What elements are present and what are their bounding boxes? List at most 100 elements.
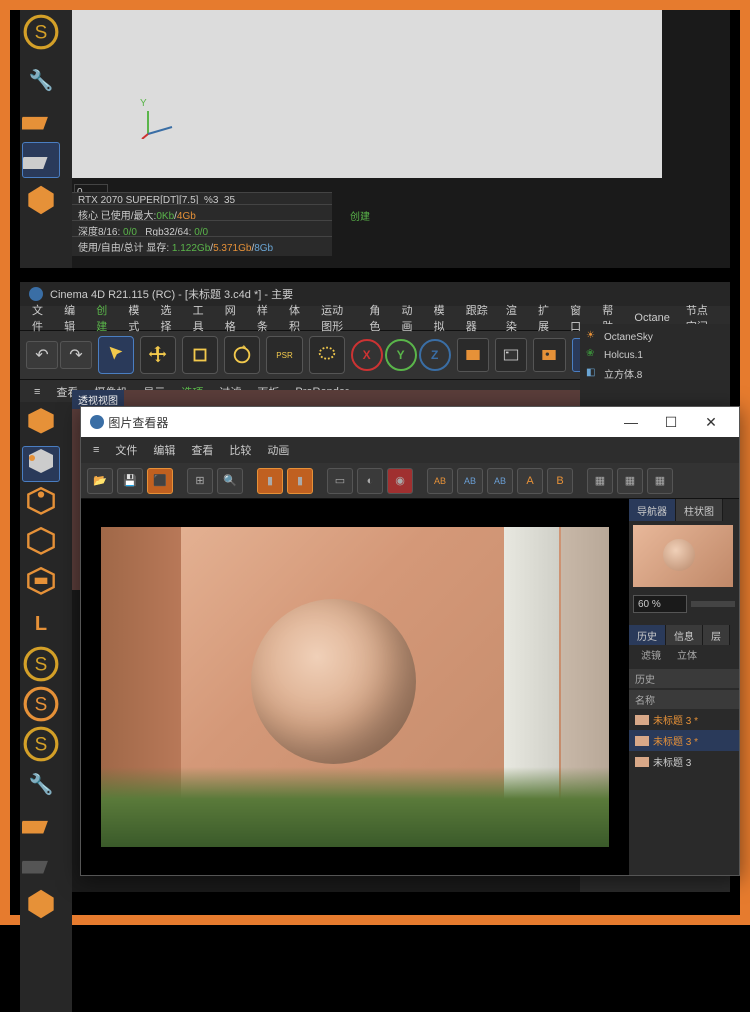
menu-create[interactable]: 创建 — [88, 302, 120, 334]
menu-anim[interactable]: 动画 — [393, 302, 425, 334]
select-tool[interactable] — [98, 336, 134, 374]
close-button[interactable]: ✕ — [691, 414, 731, 431]
menu-sim[interactable]: 模拟 — [426, 302, 458, 334]
menu-select[interactable]: 选择 — [153, 302, 185, 334]
undo-button[interactable]: ↶ — [26, 341, 58, 369]
maximize-button[interactable]: ☐ — [651, 414, 691, 431]
hex-icon-b[interactable] — [22, 886, 60, 922]
s-circle-3[interactable]: S — [22, 726, 60, 762]
wrench-icon-2[interactable]: 🔧 — [22, 766, 60, 802]
zoom-input[interactable] — [633, 595, 687, 613]
iv-tool-e[interactable]: ▭ — [327, 468, 353, 494]
menu-volume[interactable]: 体积 — [281, 302, 313, 334]
side-icon-plane2-active[interactable] — [22, 142, 60, 178]
iv-menu-file[interactable]: 文件 — [107, 442, 145, 458]
side-icon-wrench[interactable]: 🔧 — [22, 62, 60, 98]
lasso-tool[interactable] — [309, 336, 345, 374]
redo-button[interactable]: ↷ — [60, 341, 92, 369]
psr-tool[interactable]: PSR — [266, 336, 302, 374]
history-thumb-icon — [635, 736, 649, 746]
rotate-tool[interactable] — [224, 336, 260, 374]
iv-b-btn[interactable]: B — [547, 468, 573, 494]
iv-tool-a[interactable]: ⊞ — [187, 468, 213, 494]
object-item[interactable]: ☀ OctaneSky — [584, 328, 726, 346]
iv-hamburger[interactable]: ≡ — [85, 444, 107, 456]
iv-tool-g[interactable]: ◉ — [387, 468, 413, 494]
object-item[interactable]: ❀ Holcus.1 — [584, 346, 726, 364]
iv-canvas[interactable] — [81, 499, 629, 875]
open-icon[interactable]: 📂 — [87, 468, 113, 494]
create-label[interactable]: 创建 — [350, 208, 370, 223]
iv-misc-2[interactable]: ▦ — [617, 468, 643, 494]
menu-edit[interactable]: 编辑 — [56, 302, 88, 334]
iv-tool-c[interactable]: ▮ — [257, 468, 283, 494]
minimize-button[interactable]: — — [611, 414, 651, 431]
histogram-tab[interactable]: 柱状图 — [676, 499, 723, 521]
menu-mograph[interactable]: 运动图形 — [313, 302, 361, 334]
nav-tab[interactable]: 导航器 — [629, 499, 676, 521]
menu-tracker[interactable]: 跟踪器 — [458, 302, 498, 334]
filter-subtab[interactable]: 滤镜 — [633, 645, 669, 663]
cube-icon-4[interactable] — [22, 526, 60, 562]
s-circle-1[interactable]: S — [22, 646, 60, 682]
top-viewport[interactable]: Y — [72, 10, 662, 178]
axis-y-toggle[interactable]: Y — [385, 339, 417, 371]
iv-a-btn[interactable]: A — [517, 468, 543, 494]
stereo-subtab[interactable]: 立体 — [669, 645, 705, 663]
plane-icon-b2[interactable] — [22, 846, 60, 882]
cube-icon-5[interactable] — [22, 566, 60, 602]
side-icon-hex[interactable] — [22, 182, 60, 218]
axis-z-toggle[interactable]: Z — [419, 339, 451, 371]
iv-orange-icon[interactable]: ⬛ — [147, 468, 173, 494]
iv-titlebar[interactable]: 图片查看器 — ☐ ✕ — [81, 407, 739, 437]
menu-file[interactable]: 文件 — [24, 302, 56, 334]
history-item-selected[interactable]: 未标题 3 * — [629, 730, 739, 751]
axis-x-toggle[interactable]: X — [351, 339, 383, 371]
menu-octane[interactable]: Octane — [626, 312, 677, 324]
iv-menu-view[interactable]: 查看 — [183, 442, 221, 458]
menu-character[interactable]: 角色 — [361, 302, 393, 334]
navigator-thumb[interactable] — [633, 525, 733, 587]
menu-spline[interactable]: 样条 — [249, 302, 281, 334]
save-icon[interactable]: 💾 — [117, 468, 143, 494]
history-item[interactable]: 未标题 3 — [629, 751, 739, 772]
menu-extensions[interactable]: 扩展 — [530, 302, 562, 334]
octane-sky-icon: ☀ — [586, 330, 600, 344]
history-thumb-icon — [635, 715, 649, 725]
history-tab[interactable]: 历史 — [629, 625, 666, 645]
info-tab[interactable]: 信息 — [666, 625, 703, 645]
menu-tool[interactable]: 工具 — [185, 302, 217, 334]
move-tool[interactable] — [140, 336, 176, 374]
iv-ab-2[interactable]: AB — [457, 468, 483, 494]
plane-icon-b1[interactable] — [22, 806, 60, 842]
menu-mesh[interactable]: 网格 — [217, 302, 249, 334]
iv-ab-3[interactable]: AB — [487, 468, 513, 494]
iv-tool-b[interactable]: 🔍 — [217, 468, 243, 494]
cube-icon-2-active[interactable] — [22, 446, 60, 482]
l-icon[interactable]: L — [22, 606, 60, 642]
menu-mode[interactable]: 模式 — [120, 302, 152, 334]
iv-ab-1[interactable]: AB — [427, 468, 453, 494]
render-settings-icon[interactable] — [457, 338, 489, 372]
zoom-slider[interactable] — [691, 601, 735, 607]
iv-menu-compare[interactable]: 比较 — [221, 442, 259, 458]
iv-menu-anim[interactable]: 动画 — [259, 442, 297, 458]
iv-misc-1[interactable]: ▦ — [587, 468, 613, 494]
iv-misc-3[interactable]: ▦ — [647, 468, 673, 494]
object-item[interactable]: ◧ 立方体.8 — [584, 364, 726, 383]
iv-menu-edit[interactable]: 编辑 — [145, 442, 183, 458]
scale-tool[interactable] — [182, 336, 218, 374]
iv-tool-f[interactable]: ◐ — [357, 468, 383, 494]
render-film-icon[interactable] — [495, 338, 527, 372]
cube-icon-1[interactable] — [22, 406, 60, 442]
history-item[interactable]: 未标题 3 * — [629, 709, 739, 730]
s-circle-2[interactable]: S — [22, 686, 60, 722]
picture-viewer-icon[interactable] — [533, 338, 565, 372]
menu-render[interactable]: 渲染 — [498, 302, 530, 334]
cube-icon-3[interactable] — [22, 486, 60, 522]
sub-hamburger[interactable]: ≡ — [26, 386, 48, 398]
iv-tool-d[interactable]: ▮ — [287, 468, 313, 494]
layer-tab[interactable]: 层 — [703, 625, 730, 645]
side-icon-s1[interactable]: S — [22, 14, 60, 50]
side-icon-plane1[interactable] — [22, 102, 60, 138]
